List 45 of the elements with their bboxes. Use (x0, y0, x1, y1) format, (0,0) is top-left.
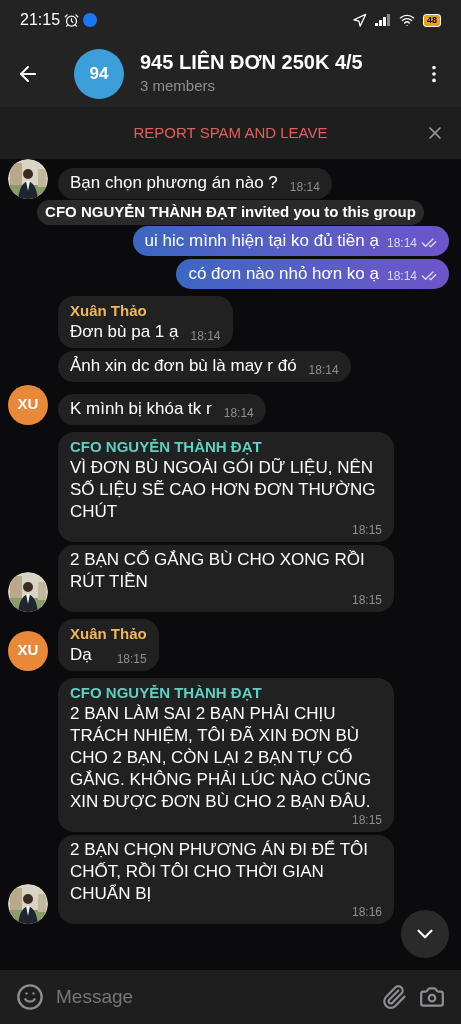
sender-name: CFO NGUYỄN THÀNH ĐẠT (70, 682, 263, 703)
message-text: Ảnh xin dc đơn bù là may r đó (70, 354, 297, 377)
message-text: Dạ (70, 643, 92, 666)
emoji-icon[interactable] (16, 983, 44, 1011)
message-text: ui hic mình hiện tại ko đủ tiền ạ (144, 229, 379, 252)
member-count: 3 members (140, 76, 217, 97)
sender-name: Xuân Thảo (70, 623, 147, 644)
message-text: Đơn bù pa 1 ạ (70, 320, 179, 343)
battery-icon: 48 (423, 13, 441, 27)
status-time: 21:15 (20, 10, 61, 30)
attach-icon[interactable] (381, 984, 407, 1010)
user-avatar[interactable]: XU (8, 630, 48, 671)
message-time: 18:15 (351, 522, 382, 537)
message-text: có đơn nào nhỏ hơn ko ạ (188, 262, 379, 285)
chat-title: 945 LIÊN ĐƠN 250K 4/5 (140, 49, 363, 76)
message-bar[interactable]: Message (0, 970, 461, 1024)
message-time: 18:14 (223, 405, 254, 420)
message-time: 18:16 (351, 904, 382, 919)
message-text: 2 BẠN CHỌN PHƯƠNG ÁN ĐI ĐỂ TÔI CHỐT, RỒI TÔI CHO THỜI GIAN CHUẨN BỊ (70, 838, 369, 905)
message-time: 18:15 (351, 592, 382, 607)
report-spam-button[interactable]: REPORT SPAM AND LEAVE (133, 121, 328, 145)
alarm-icon (64, 12, 80, 28)
message-text: K mình bị khóa tk r (70, 397, 212, 420)
group-avatar[interactable]: 94 (74, 48, 124, 99)
message-time: 18:14 (386, 234, 417, 252)
message-text: 2 BẠN LÀM SAI 2 BẠN PHẢI CHỊU TRÁCH NHIỆM, TÔI ĐÃ XIN ĐƠN BÙ CHO 2 BẠN, CÒN LẠI 2 BẠN TỰ CỐ GẮNG. KHÔNG PHẢI LÚC NÀO CŨNG XIN ĐƯỢC ĐƠN BÙ CHO 2 BẠN ĐÂU. (70, 702, 373, 813)
message-time: 18:14 (289, 180, 320, 194)
message-text: Bạn chọn phương án nào ? (70, 172, 278, 194)
scroll-down-button[interactable] (401, 910, 449, 958)
camera-icon[interactable] (419, 984, 445, 1010)
message-text: VÌ ĐƠN BÙ NGOÀI GÓI DỮ LIỆU, NÊN SỐ LIỆU SẼ CAO HƠN ĐƠN THƯỜNG CHÚT (70, 456, 377, 523)
message-time: 18:15 (351, 812, 382, 827)
sender-name: CFO NGUYỄN THÀNH ĐẠT (70, 436, 263, 457)
message-input[interactable]: Message (56, 982, 369, 1012)
signal-icon (375, 14, 391, 26)
message-time: 18:14 (190, 328, 221, 343)
sender-name: Xuân Thảo (70, 300, 148, 321)
service-message: CFO NGUYỄN THÀNH ĐẠT invited you to this group (37, 200, 424, 225)
message-time: 18:15 (116, 651, 147, 666)
message-time: 18:14 (308, 362, 339, 377)
location-icon (352, 12, 367, 28)
message-time: 18:14 (386, 267, 417, 285)
wifi-icon (399, 12, 415, 28)
user-avatar[interactable]: XU (8, 384, 48, 425)
message-text: 2 BẠN CỐ GẮNG BÙ CHO XONG RỒI RÚT TIỀN (70, 548, 366, 593)
